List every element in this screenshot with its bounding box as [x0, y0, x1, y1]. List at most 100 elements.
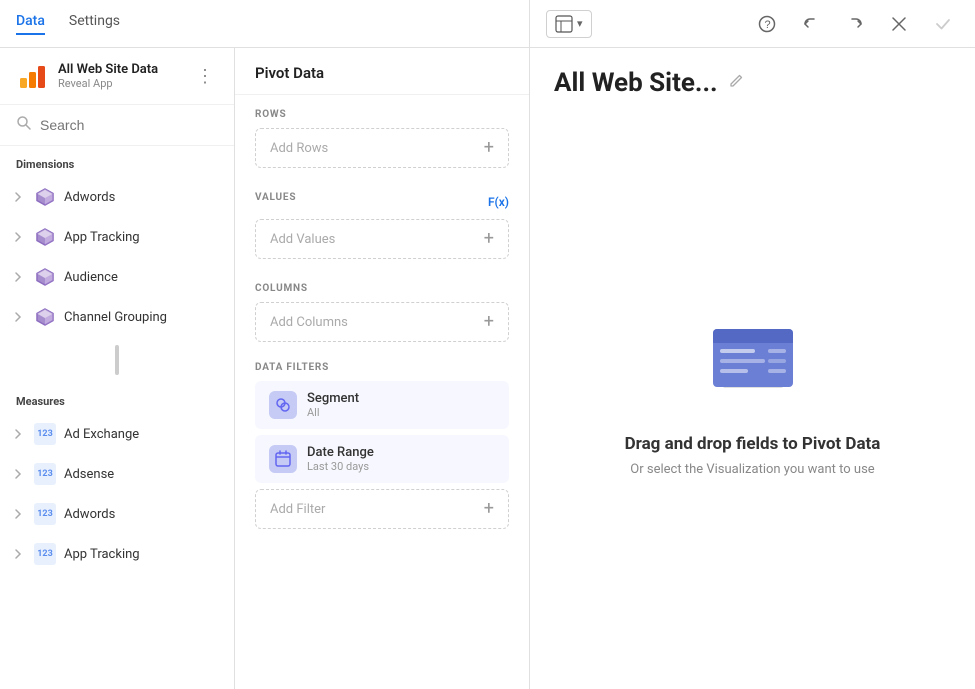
empty-state-title: Drag and drop fields to Pivot Data [625, 434, 881, 454]
sidebar-label-app-tracking: App Tracking [64, 230, 140, 245]
help-button[interactable]: ? [751, 8, 783, 40]
sidebar-item-adwords[interactable]: Adwords [0, 177, 234, 217]
chevron-down-icon: ▾ [577, 17, 583, 30]
filter-date-range-name: Date Range [307, 445, 495, 460]
pivot-columns-label: COLUMNS [255, 283, 509, 294]
sidebar-label-adwords: Adwords [64, 190, 115, 205]
add-values-text: Add Values [270, 232, 335, 247]
pivot-panel: Pivot Data ROWS Add Rows + VALUES F(x) A… [235, 48, 529, 689]
filter-date-range-info: Date Range Last 30 days [307, 445, 495, 473]
add-values-button[interactable]: Add Values + [255, 219, 509, 259]
right-title-row: All Web Site... [554, 68, 744, 98]
left-content: All Web Site Data Reveal App ⋮ Dimension… [0, 48, 529, 689]
sidebar: All Web Site Data Reveal App ⋮ Dimension… [0, 48, 235, 689]
sidebar-label-measure-adwords: Adwords [64, 507, 115, 522]
filter-date-range-sub: Last 30 days [307, 460, 495, 473]
top-tabs: Data Settings [0, 0, 529, 48]
search-box [0, 105, 234, 146]
chevron-audience-icon [10, 269, 26, 285]
datasource-menu-button[interactable]: ⋮ [192, 62, 218, 91]
datasource-info: All Web Site Data Reveal App [58, 62, 192, 90]
filter-item-date-range[interactable]: Date Range Last 30 days [255, 435, 509, 483]
cube-app-tracking-icon [34, 226, 56, 248]
sidebar-item-measure-adwords[interactable]: 123 Adwords [0, 494, 234, 534]
svg-text:?: ? [765, 19, 771, 31]
sidebar-label-audience: Audience [64, 270, 118, 285]
check-button[interactable] [927, 8, 959, 40]
sidebar-item-measure-app-tracking[interactable]: 123 App Tracking [0, 534, 234, 574]
cube-adwords-icon [34, 186, 56, 208]
sidebar-item-app-tracking[interactable]: App Tracking [0, 217, 234, 257]
sidebar-item-measure-adsense[interactable]: 123 Adsense [0, 454, 234, 494]
pivot-illustration [693, 314, 813, 414]
cube-audience-icon [34, 266, 56, 288]
sidebar-label-channel-grouping: Channel Grouping [64, 310, 167, 325]
scroll-indicator [0, 337, 234, 383]
datasource-name: All Web Site Data [58, 62, 192, 77]
filter-segment-name: Segment [307, 391, 495, 406]
pivot-values-label: VALUES [255, 192, 296, 203]
add-filter-button[interactable]: Add Filter + [255, 489, 509, 529]
num-adsense-icon: 123 [34, 463, 56, 485]
add-filter-text: Add Filter [270, 502, 325, 517]
chevron-ad-exchange-icon [10, 426, 26, 442]
right-panel: ▾ ? [530, 0, 975, 689]
close-button[interactable] [883, 8, 915, 40]
filter-date-icon [269, 445, 297, 473]
dimensions-section-label: Dimensions [0, 146, 234, 177]
sidebar-item-audience[interactable]: Audience [0, 257, 234, 297]
right-title: All Web Site... [554, 68, 718, 98]
undo-button[interactable] [795, 8, 827, 40]
add-columns-text: Add Columns [270, 315, 348, 330]
cube-channel-grouping-icon [34, 306, 56, 328]
pivot-filters-label: DATA FILTERS [255, 362, 509, 373]
sidebar-label-measure-ad-exchange: Ad Exchange [64, 427, 139, 442]
tab-settings[interactable]: Settings [69, 13, 120, 35]
add-columns-button[interactable]: Add Columns + [255, 302, 509, 342]
chevron-app-tracking-icon [10, 229, 26, 245]
pivot-rows-label: ROWS [255, 109, 509, 120]
right-toolbar: ▾ ? [530, 0, 975, 48]
add-rows-text: Add Rows [270, 141, 328, 156]
pivot-header: Pivot Data [235, 48, 529, 95]
pivot-values-section: VALUES F(x) Add Values + [235, 178, 529, 269]
pivot-filters-section: DATA FILTERS Segment All [235, 352, 529, 539]
datasource-sub: Reveal App [58, 77, 192, 90]
chevron-measure-adwords-icon [10, 506, 26, 522]
values-header: VALUES F(x) [255, 192, 509, 211]
add-rows-button[interactable]: Add Rows + [255, 128, 509, 168]
fx-badge[interactable]: F(x) [488, 195, 509, 209]
chevron-adsense-icon [10, 466, 26, 482]
search-icon [16, 115, 32, 135]
sidebar-label-measure-adsense: Adsense [64, 467, 114, 482]
edit-title-icon[interactable] [728, 73, 744, 93]
table-view-button[interactable]: ▾ [546, 10, 592, 38]
num-ad-exchange-icon: 123 [34, 423, 56, 445]
sidebar-item-channel-grouping[interactable]: Channel Grouping [0, 297, 234, 337]
filter-item-segment[interactable]: Segment All [255, 381, 509, 429]
tab-data[interactable]: Data [16, 13, 45, 35]
add-columns-plus-icon: + [484, 313, 494, 331]
chevron-channel-grouping-icon [10, 309, 26, 325]
num-app-tracking-icon: 123 [34, 543, 56, 565]
analytics-icon [16, 60, 48, 92]
chevron-measure-app-tracking-icon [10, 546, 26, 562]
sidebar-item-measure-ad-exchange[interactable]: 123 Ad Exchange [0, 414, 234, 454]
filter-segment-icon [269, 391, 297, 419]
pivot-rows-section: ROWS Add Rows + [235, 95, 529, 178]
add-values-plus-icon: + [484, 230, 494, 248]
sidebar-label-measure-app-tracking: App Tracking [64, 547, 140, 562]
add-rows-plus-icon: + [484, 139, 494, 157]
empty-state-sub: Or select the Visualization you want to … [630, 462, 874, 477]
filter-segment-info: Segment All [307, 391, 495, 419]
pivot-columns-section: COLUMNS Add Columns + [235, 269, 529, 352]
chevron-adwords-icon [10, 189, 26, 205]
add-filter-plus-icon: + [484, 500, 494, 518]
data-source-header: All Web Site Data Reveal App ⋮ [0, 48, 234, 105]
right-content: All Web Site... [530, 48, 975, 689]
measures-section-label: Measures [0, 383, 234, 414]
search-input[interactable] [40, 117, 218, 133]
redo-button[interactable] [839, 8, 871, 40]
empty-state: Drag and drop fields to Pivot Data Or se… [554, 122, 951, 669]
num-adwords-icon: 123 [34, 503, 56, 525]
